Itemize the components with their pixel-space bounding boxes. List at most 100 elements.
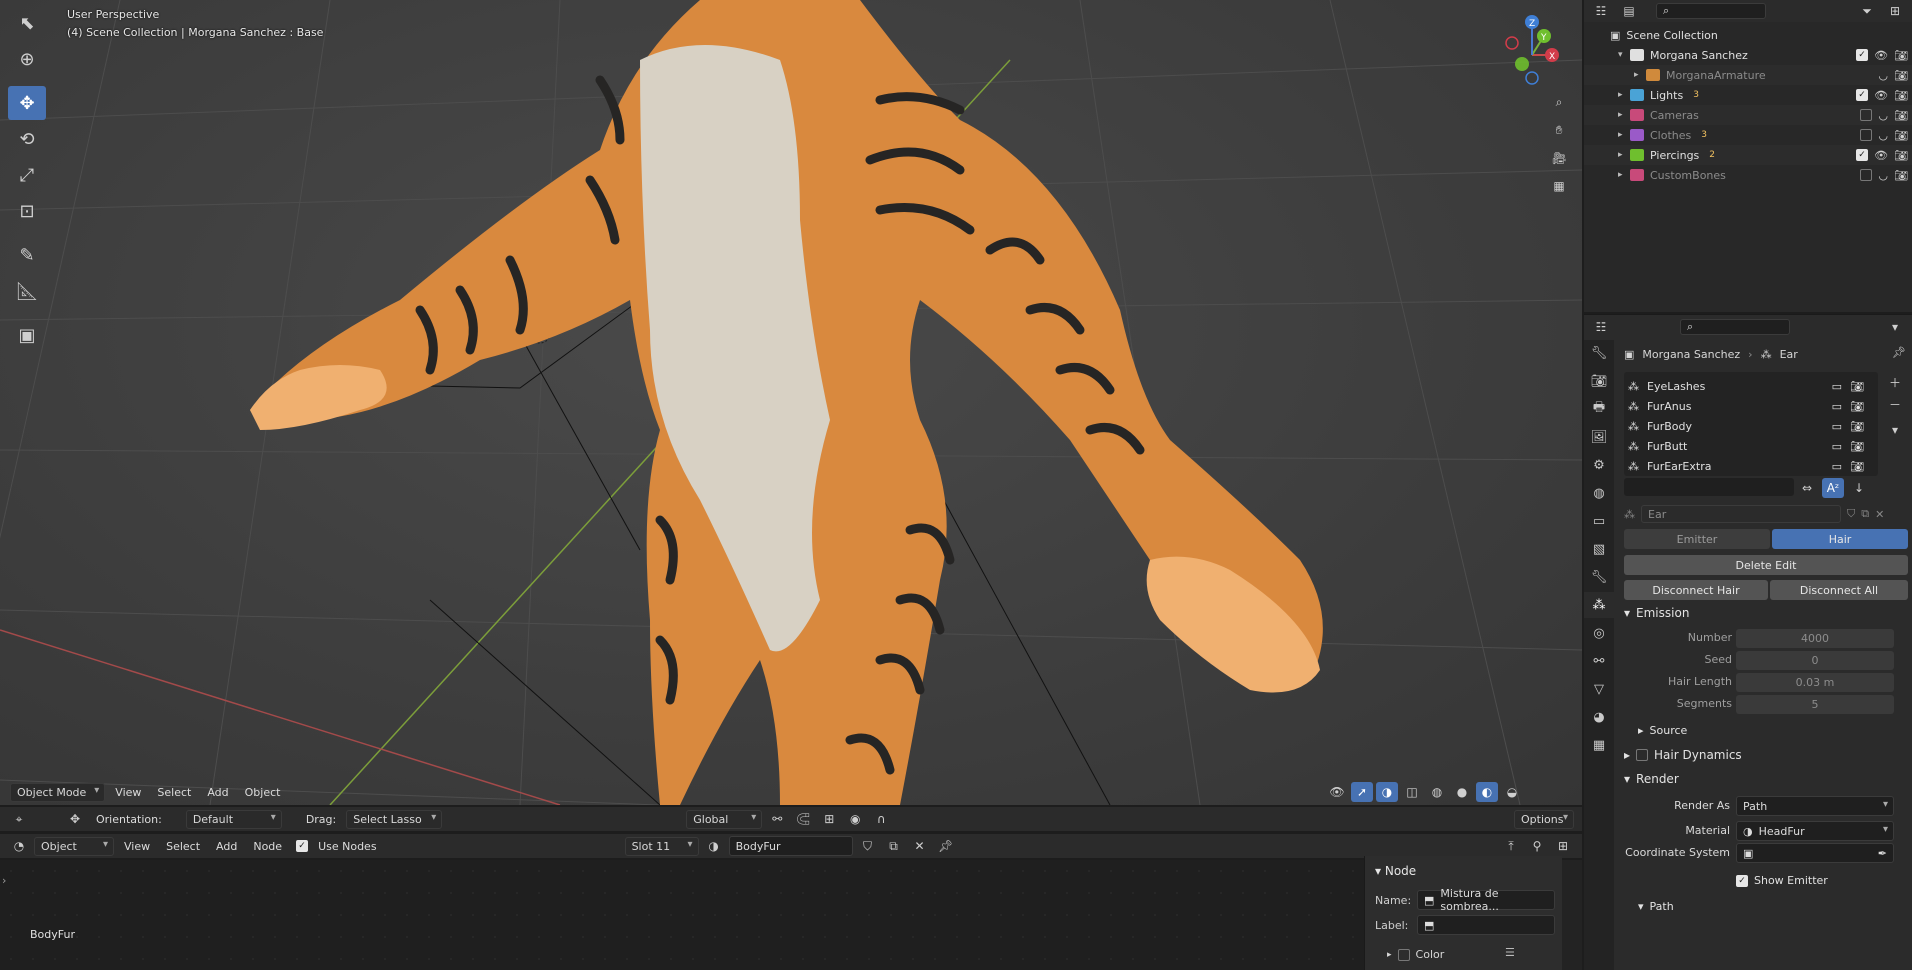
particle-system-item[interactable]: ⁂ FurBody ▭ 📷︎ <box>1628 416 1864 436</box>
material-dropdown[interactable]: ◑ HeadFur <box>1736 821 1894 841</box>
add-particle-system-icon[interactable]: ＋ <box>1884 372 1906 392</box>
cursor-tool-icon[interactable]: ⊕ <box>8 42 46 76</box>
eye-icon[interactable]: 👁︎ <box>1874 49 1888 62</box>
render-camera-icon[interactable]: 📷︎ <box>1894 89 1908 102</box>
source-subpanel-header[interactable]: ▸ Source <box>1638 724 1687 737</box>
path-subpanel-header[interactable]: ▾ Path <box>1638 900 1674 913</box>
expand-arrow-icon[interactable]: ▸ <box>1618 170 1630 180</box>
view-layer-tab-icon[interactable]: 🖼︎ <box>1584 424 1614 450</box>
node-panel-header[interactable]: ▾ Node <box>1375 864 1416 878</box>
outliner-row[interactable]: ▸ Cameras ◡ 📷︎ <box>1584 105 1912 125</box>
scene-tab-icon[interactable]: ⚙︎ <box>1584 452 1614 478</box>
render-tab-icon[interactable]: 📷︎ <box>1584 368 1614 394</box>
particle-system-item[interactable]: ⁂ FurEarExtra ▭ 📷︎ <box>1628 456 1864 476</box>
hair-dynamics-panel-header[interactable]: ▸ Hair Dynamics <box>1624 748 1742 762</box>
disconnect-hair-button[interactable]: Disconnect Hair <box>1624 580 1768 600</box>
navigation-gizmo[interactable]: X Y Z <box>1492 10 1572 90</box>
coordinate-system-field[interactable]: ▣ ✒ <box>1736 843 1894 863</box>
visibility-icon[interactable]: 👁︎ <box>1326 782 1348 802</box>
outliner-editor-type-icon[interactable]: ☷ <box>1590 1 1612 21</box>
sort-invert-icon[interactable]: ↓ <box>1848 478 1870 498</box>
unlink-material-icon[interactable]: ✕ <box>909 836 931 856</box>
new-collection-icon[interactable]: ⊞ <box>1884 1 1906 21</box>
menu-select[interactable]: Select <box>151 784 197 801</box>
render-camera-icon[interactable]: 📷︎ <box>1894 149 1908 162</box>
render-camera-icon[interactable]: 📷︎ <box>1894 169 1908 182</box>
expand-arrow-icon[interactable]: ▸ <box>1618 90 1630 100</box>
sort-alpha-icon[interactable]: Aᶻ <box>1822 478 1844 498</box>
add-cube-tool-icon[interactable]: ▣ <box>8 318 46 352</box>
eye-icon[interactable]: ◡ <box>1878 169 1888 182</box>
camera-view-icon[interactable]: 🎥︎ <box>1548 148 1570 168</box>
gizmo-toggle-icon[interactable]: ➚ <box>1351 782 1373 802</box>
segments-field[interactable]: 5 <box>1736 695 1894 714</box>
material-sphere-icon[interactable]: ◑ <box>703 836 725 856</box>
eye-icon[interactable]: ◡ <box>1878 69 1888 82</box>
parent-node-tree-icon[interactable]: ⤒ <box>1500 836 1522 856</box>
properties-options-icon[interactable]: ▾ <box>1884 317 1906 337</box>
collection-tab-icon[interactable]: ▭ <box>1584 508 1614 534</box>
list-reverse-icon[interactable]: ⇔ <box>1796 478 1818 498</box>
node-color-checkbox[interactable] <box>1397 948 1410 961</box>
menu-object[interactable]: Object <box>239 784 287 801</box>
render-camera-icon[interactable]: 📷︎ <box>1894 129 1908 142</box>
render-as-dropdown[interactable]: Path <box>1736 796 1894 816</box>
hair-type-button[interactable]: Hair <box>1772 529 1908 549</box>
outliner-search-input[interactable]: ⌕ <box>1656 3 1766 19</box>
editor-type-icon[interactable]: ◔ <box>8 836 30 856</box>
pan-hand-icon[interactable]: ✋︎ <box>1548 120 1570 140</box>
viewport-display-icon[interactable]: ▭ <box>1832 400 1842 413</box>
slot-dropdown[interactable]: Slot 11 <box>624 836 699 856</box>
shader-type-dropdown[interactable]: Object <box>34 836 114 856</box>
node-snap-mode-icon[interactable]: ⊞ <box>1552 836 1574 856</box>
disconnect-all-button[interactable]: Disconnect All <box>1770 580 1908 600</box>
particle-system-item[interactable]: ⁂ FurAnus ▭ 📷︎ <box>1628 396 1864 416</box>
outliner-row[interactable]: ▸ Lights 3 ✓ 👁︎ 📷︎ <box>1584 85 1912 105</box>
transform-orientation-dropdown[interactable]: Global <box>686 809 763 829</box>
list-icon[interactable]: ☰ <box>1505 946 1515 959</box>
node-menu-view[interactable]: View <box>118 838 156 855</box>
hair-dynamics-checkbox[interactable] <box>1636 749 1649 761</box>
overlay-toggle-icon[interactable]: ◑ <box>1376 782 1398 802</box>
material-tab-icon[interactable]: ◕ <box>1584 704 1614 730</box>
node-editor-scrollbar[interactable] <box>1562 860 1582 970</box>
render-camera-icon[interactable]: 📷︎ <box>1850 400 1864 413</box>
render-panel-header[interactable]: ▾ Render <box>1624 772 1679 786</box>
show-emitter-row[interactable]: ✓ Show Emitter <box>1736 874 1828 887</box>
list-specials-icon[interactable]: ▾ <box>1884 420 1906 440</box>
settings-unlink-icon[interactable]: ✕ <box>1875 508 1884 521</box>
pin-properties-icon[interactable]: 📌︎ <box>1892 346 1906 359</box>
viewport-display-icon[interactable]: ▭ <box>1832 460 1842 473</box>
eye-icon[interactable]: ◡ <box>1878 109 1888 122</box>
scale-tool-icon[interactable]: ⤢ <box>8 158 46 192</box>
solid-shading-icon[interactable]: ● <box>1451 782 1473 802</box>
viewport-display-icon[interactable]: ▭ <box>1832 420 1842 433</box>
eye-icon[interactable]: ◡ <box>1878 129 1888 142</box>
display-mode-icon[interactable]: ▤ <box>1618 1 1640 21</box>
eyedropper-icon[interactable]: ✒ <box>1878 847 1887 860</box>
outliner-row[interactable]: ▾ Morgana Sanchez ✓ 👁︎ 📷︎ <box>1584 45 1912 65</box>
rotate-tool-icon[interactable]: ⟲ <box>8 122 46 156</box>
material-name-field[interactable]: BodyFur <box>728 836 853 856</box>
outliner-row[interactable]: ▸ MorganaArmature ◡ 📷︎ <box>1584 65 1912 85</box>
menu-add[interactable]: Add <box>201 784 234 801</box>
node-menu-select[interactable]: Select <box>160 838 206 855</box>
seed-field[interactable]: 0 <box>1736 651 1894 670</box>
node-color-row[interactable]: ▸ Color <box>1387 948 1444 961</box>
transform-pivot-icon[interactable]: ⌖ <box>8 809 30 829</box>
exclude-checkbox[interactable] <box>1860 108 1873 121</box>
use-nodes-checkbox[interactable]: ✓ <box>296 840 309 852</box>
exclude-checkbox[interactable] <box>1860 168 1873 181</box>
constraints-tab-icon[interactable]: ⚯ <box>1584 648 1614 674</box>
particle-settings-name-field[interactable]: Ear <box>1641 505 1841 523</box>
texture-tab-icon[interactable]: ▦ <box>1584 732 1614 758</box>
particle-system-item[interactable]: ⁂ FurButt ▭ 📷︎ <box>1628 436 1864 456</box>
outliner-row[interactable]: ▸ Clothes 3 ◡ 📷︎ <box>1584 125 1912 145</box>
particle-system-item[interactable]: ⁂ EyeLashes ▭ 📷︎ <box>1628 376 1864 396</box>
proportional-edit-icon[interactable]: ◉ <box>844 809 866 829</box>
render-camera-icon[interactable]: 📷︎ <box>1850 420 1864 433</box>
settings-fake-user-icon[interactable]: ⛉ <box>1847 507 1855 521</box>
data-tab-icon[interactable]: ▽ <box>1584 676 1614 702</box>
snap-node-icon[interactable]: ⚲ <box>1526 836 1548 856</box>
measure-tool-icon[interactable]: 📐︎ <box>8 274 46 308</box>
